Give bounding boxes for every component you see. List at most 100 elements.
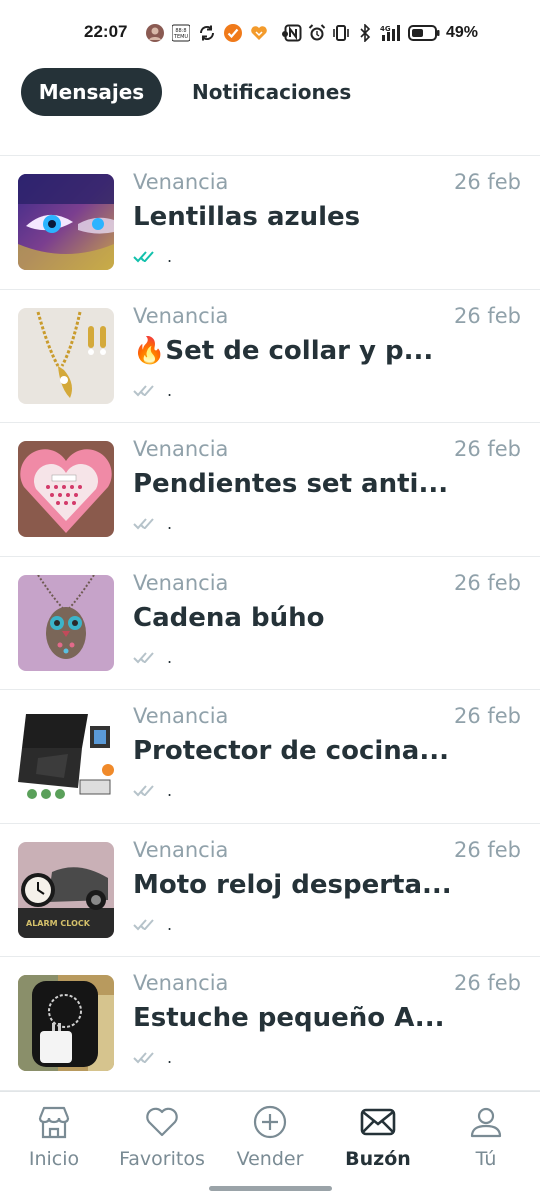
product-thumbnail: ALARM CLOCK (18, 841, 114, 938)
home-indicator[interactable] (209, 1186, 332, 1191)
message-list: Venancia 26 feb Lentillas azules . Venan… (0, 156, 540, 1091)
sender-name: Venancia (133, 837, 229, 862)
message-title: Moto reloj desperta... (133, 869, 452, 900)
temu-app-icon: 88:8TEMU (172, 24, 190, 42)
message-preview: . (167, 647, 173, 667)
check-app-icon (224, 24, 242, 42)
svg-text:TEMU: TEMU (173, 34, 189, 40)
message-row[interactable]: Venancia 26 feb Cadena búho . (0, 557, 540, 690)
bluetooth-icon (360, 24, 371, 42)
plus-circle-icon (253, 1105, 287, 1139)
nav-buzon[interactable]: Buzón (324, 1104, 432, 1170)
message-title: Pendientes set anti... (133, 469, 449, 499)
message-row[interactable]: Venancia 26 feb Protector de cocina... . (0, 690, 540, 824)
nav-favoritos[interactable]: Favoritos (108, 1104, 216, 1170)
user-icon (470, 1107, 502, 1138)
double-check-sent-icon (133, 651, 159, 665)
blue-eye-makeup-image (18, 174, 114, 270)
nav-label: Favoritos (119, 1148, 205, 1170)
motorcycle-alarm-clock-image: ALARM CLOCK (18, 841, 114, 938)
product-thumbnail (18, 708, 114, 804)
notification-icons: 88:8 TEMU (146, 22, 294, 44)
message-preview: . (167, 914, 173, 934)
sender-name: Venancia (133, 704, 229, 728)
double-check-sent-icon (133, 918, 159, 932)
nav-vender[interactable]: Vender (216, 1104, 324, 1170)
message-date: 26 feb (453, 704, 521, 728)
nav-inicio[interactable]: Inicio (0, 1104, 108, 1170)
sender-name: Venancia (133, 570, 229, 595)
message-status: . (133, 1048, 173, 1067)
avatar-icon (146, 24, 164, 42)
nfc-icon (284, 24, 302, 42)
message-date: 26 feb (453, 971, 521, 995)
nav-tu[interactable]: Tú (432, 1104, 540, 1170)
message-title: Protector de cocina... (133, 736, 449, 766)
double-check-sent-icon (133, 517, 159, 531)
small-case-with-charger-image (18, 975, 114, 1071)
nav-label: Buzón (345, 1148, 411, 1170)
message-status: . (133, 781, 173, 800)
status-time: 22:07 (84, 22, 128, 41)
message-status: . (133, 514, 173, 533)
inbox-tabs: Mensajes Notificaciones (21, 68, 351, 116)
message-row[interactable]: ALARM CLOCK Venancia 26 feb Moto reloj d… (0, 824, 540, 957)
double-check-read-icon (133, 250, 159, 264)
message-title: Estuche pequeño A... (133, 1003, 445, 1033)
battery-percent: 49% (446, 24, 479, 41)
sender-name: Venancia (133, 437, 229, 461)
sync-icon (199, 25, 215, 41)
bottom-nav: Inicio Favoritos Vender Buzón Tú (0, 1091, 540, 1200)
product-thumbnail (18, 307, 114, 404)
heart-icon (146, 1107, 178, 1137)
alarm-icon (308, 24, 326, 41)
message-row[interactable]: Venancia 26 feb Lentillas azules . (0, 156, 540, 290)
pink-heart-earring-box-image (18, 441, 114, 537)
home-icon (38, 1106, 70, 1139)
heart-app-icon (251, 26, 267, 40)
message-date: 26 feb (453, 570, 521, 595)
message-date: 26 feb (453, 837, 521, 862)
tab-notificaciones[interactable]: Notificaciones (192, 68, 351, 116)
mail-icon (360, 1108, 396, 1136)
stove-protector-image (18, 708, 114, 804)
message-status: . (133, 380, 173, 400)
double-check-sent-icon (133, 1051, 159, 1065)
message-row[interactable]: Venancia 26 feb Estuche pequeño A... . (0, 957, 540, 1091)
message-date: 26 feb (453, 437, 521, 461)
sender-name: Venancia (133, 971, 229, 995)
message-preview: . (167, 1048, 173, 1067)
message-title: Cadena búho (133, 602, 325, 633)
double-check-sent-icon (133, 784, 159, 798)
message-row[interactable]: Venancia 26 feb Pendientes set anti... . (0, 423, 540, 557)
message-preview: . (167, 514, 173, 533)
product-thumbnail (18, 574, 114, 671)
sender-name: Venancia (133, 303, 229, 328)
nav-label: Tú (475, 1148, 497, 1170)
svg-text:ALARM CLOCK: ALARM CLOCK (26, 919, 91, 928)
message-status: . (133, 647, 173, 667)
battery-icon (408, 25, 440, 41)
product-thumbnail (18, 441, 114, 537)
message-title: 🔥Set de collar y p... (133, 335, 434, 366)
owl-pendant-image (18, 574, 114, 671)
tab-mensajes[interactable]: Mensajes (21, 68, 162, 116)
product-thumbnail (18, 174, 114, 270)
message-preview: . (167, 247, 173, 266)
nav-label: Inicio (28, 1148, 80, 1170)
svg-text:4G: 4G (380, 25, 391, 33)
message-status: . (133, 247, 173, 266)
message-preview: . (167, 380, 173, 400)
message-date: 26 feb (453, 170, 521, 194)
sender-name: Venancia (133, 170, 229, 194)
message-date: 26 feb (453, 303, 521, 328)
system-icons: 4G 49% (284, 22, 478, 44)
message-status: . (133, 914, 173, 934)
product-thumbnail (18, 975, 114, 1071)
signal-4g-icon: 4G (380, 25, 400, 41)
vibrate-icon (333, 25, 349, 41)
message-row[interactable]: Venancia 26 feb 🔥Set de collar y p... . (0, 290, 540, 423)
gold-necklace-set-image (18, 307, 114, 404)
message-preview: . (167, 781, 173, 800)
double-check-sent-icon (133, 384, 159, 398)
